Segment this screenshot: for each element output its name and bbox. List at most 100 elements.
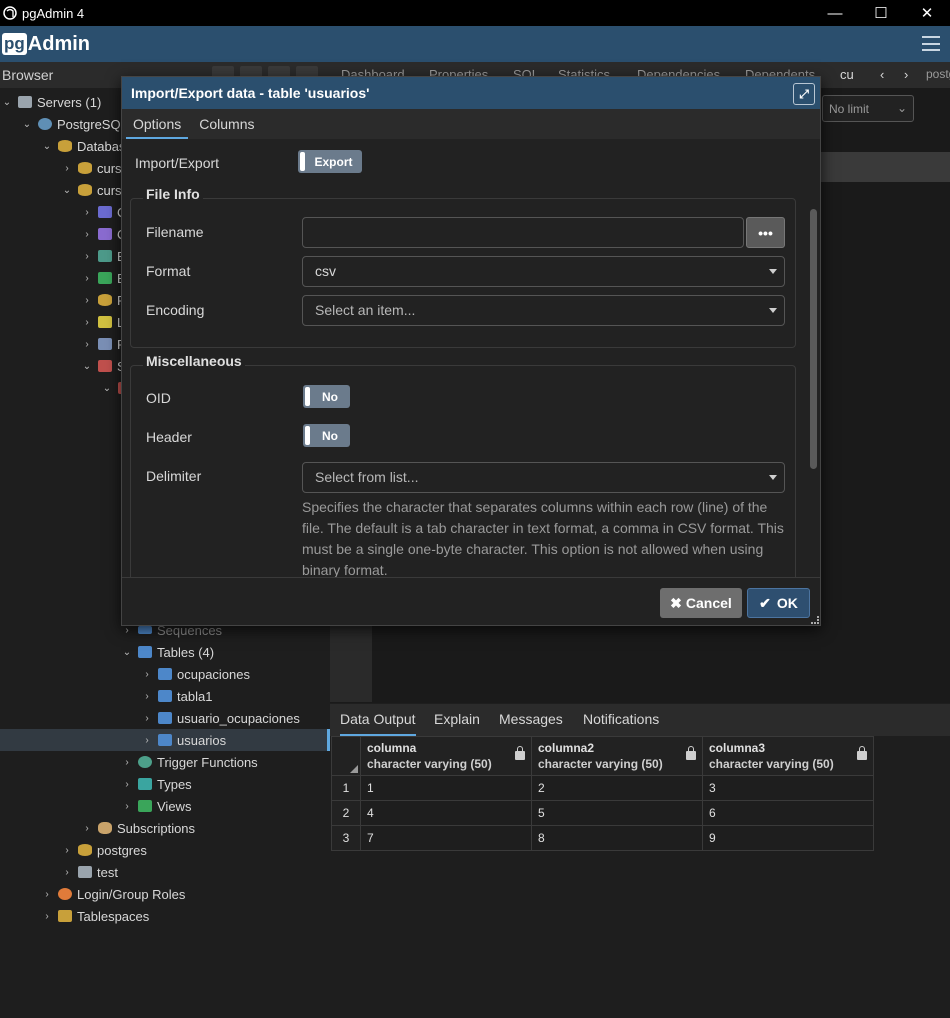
browse-button[interactable]: ••• [746,217,785,248]
chevron-right-icon[interactable]: › [42,911,52,922]
chevron-down-icon[interactable]: ⌄ [2,97,12,108]
grid-cell[interactable]: 4 [360,800,532,826]
tab-notifications[interactable]: Notifications [583,711,659,727]
tree-node-subscriptions[interactable]: › Subscriptions [82,817,195,839]
grid-cell[interactable]: 8 [531,825,703,851]
tree-node-event-triggers[interactable]: ›E [82,245,125,267]
chevron-right-icon[interactable]: › [82,251,92,262]
chevron-down-icon[interactable]: ⌄ [122,647,132,658]
tree-node-servers[interactable]: ⌄ Servers (1) [2,91,102,113]
grid-cell[interactable]: 9 [702,825,874,851]
chevron-down-icon[interactable]: ⌄ [82,361,92,372]
filename-input[interactable] [302,217,744,248]
chevron-right-icon[interactable]: › [82,229,92,240]
tab-explain[interactable]: Explain [434,711,480,727]
grid-column-header[interactable]: columna3 character varying (50) [702,736,874,776]
tree-node-types[interactable]: › Types [122,773,191,795]
tree-node-extensions[interactable]: ›E [82,267,125,289]
row-number[interactable]: 1 [331,775,361,801]
chevron-right-icon[interactable]: › [122,625,132,636]
chevron-right-icon[interactable]: › [62,163,72,174]
chevron-right-icon[interactable]: › [62,845,72,856]
tab-next-icon[interactable]: › [904,67,908,82]
expand-icon[interactable]: ⤢ [793,83,815,105]
row-number[interactable]: 2 [331,800,361,826]
delimiter-select[interactable]: Select from list... [302,462,785,493]
table-row[interactable]: 2 4 5 6 [331,800,874,826]
cancel-button[interactable]: ✖ Cancel [660,588,742,618]
row-number[interactable]: 3 [331,825,361,851]
chevron-right-icon[interactable]: › [82,339,92,350]
tree-node-catalogs[interactable]: ›C [82,223,126,245]
chevron-right-icon[interactable]: › [142,713,152,724]
chevron-right-icon[interactable]: › [82,207,92,218]
close-window-button[interactable]: ✕ [904,0,950,26]
tree-node-casts[interactable]: ›C [82,201,126,223]
format-select[interactable]: csv [302,256,785,287]
grid-column-header[interactable]: columna2 character varying (50) [531,736,703,776]
chevron-right-icon[interactable]: › [82,295,92,306]
tree-node-table-ocupaciones[interactable]: › ocupaciones [142,663,250,685]
chevron-right-icon[interactable]: › [142,735,152,746]
tab-postgre[interactable]: postgre [926,67,950,81]
tree-node-database-curso-1[interactable]: › curso [62,157,128,179]
tab-query-tool[interactable]: cu [840,67,854,82]
tree-node-database-curso-2[interactable]: ⌄ curso [62,179,129,201]
maximize-button[interactable]: ☐ [858,0,904,26]
minimize-button[interactable]: — [812,0,858,26]
tree-node-foreign-data[interactable]: ›F [82,289,125,311]
chevron-right-icon[interactable]: › [82,823,92,834]
hamburger-menu-icon[interactable] [922,36,940,51]
resize-handle-icon[interactable] [811,616,819,624]
chevron-right-icon[interactable]: › [122,801,132,812]
grid-corner[interactable] [331,736,361,776]
tree-node-views[interactable]: › Views [122,795,191,817]
tab-data-output[interactable]: Data Output [340,711,416,736]
tree-node-server[interactable]: ⌄ PostgreSQL [22,113,128,135]
chevron-right-icon[interactable]: › [122,779,132,790]
tree-node-table-tabla1[interactable]: › tabla1 [142,685,212,707]
table-row[interactable]: 1 1 2 3 [331,775,874,801]
chevron-right-icon[interactable]: › [122,757,132,768]
chevron-down-icon[interactable]: ⌄ [62,185,72,196]
tree-node-databases[interactable]: ⌄ Databas [42,135,126,157]
tree-node-languages[interactable]: ›L [82,311,124,333]
oid-toggle[interactable]: No [303,385,350,408]
grid-cell[interactable]: 7 [360,825,532,851]
tree-node-tablespaces[interactable]: › Tablespaces [42,905,149,927]
tree-node-database-postgres[interactable]: › postgres [62,839,147,861]
tree-node-table-usuarios[interactable]: › usuarios [0,729,330,751]
row-limit-select[interactable]: No limit ⌄ [822,95,914,122]
dialog-scrollbar[interactable] [810,209,817,469]
table-row[interactable]: 3 7 8 9 [331,825,874,851]
tab-messages[interactable]: Messages [499,711,563,727]
tab-options[interactable]: Options [126,116,189,139]
grid-cell[interactable]: 3 [702,775,874,801]
tab-columns[interactable]: Columns [192,116,261,139]
tree-node-publications[interactable]: ›P [82,333,125,355]
tree-node-tables[interactable]: ⌄ Tables (4) [122,641,214,663]
chevron-right-icon[interactable]: › [82,317,92,328]
tree-node-trigger-functions[interactable]: › Trigger Functions [122,751,257,773]
grid-cell[interactable]: 2 [531,775,703,801]
chevron-down-icon[interactable]: ⌄ [42,141,52,152]
chevron-down-icon[interactable]: ⌄ [22,119,32,130]
tree-node-login-roles[interactable]: › Login/Group Roles [42,883,185,905]
grid-cell[interactable]: 5 [531,800,703,826]
grid-column-header[interactable]: columna character varying (50) [360,736,532,776]
tab-prev-icon[interactable]: ‹ [880,67,884,82]
chevron-right-icon[interactable]: › [42,889,52,900]
chevron-right-icon[interactable]: › [142,691,152,702]
chevron-right-icon[interactable]: › [142,669,152,680]
import-export-toggle[interactable]: Export [298,150,362,173]
tree-node-table-usuario-ocupaciones[interactable]: › usuario_ocupaciones [142,707,300,729]
chevron-right-icon[interactable]: › [62,867,72,878]
grid-cell[interactable]: 6 [702,800,874,826]
grid-cell[interactable]: 1 [360,775,532,801]
chevron-down-icon[interactable]: ⌄ [102,383,112,394]
chevron-right-icon[interactable]: › [82,273,92,284]
header-toggle[interactable]: No [303,424,350,447]
tree-node-database-test[interactable]: › test [62,861,118,883]
ok-button[interactable]: ✔ OK [747,588,810,618]
encoding-select[interactable]: Select an item... [302,295,785,326]
